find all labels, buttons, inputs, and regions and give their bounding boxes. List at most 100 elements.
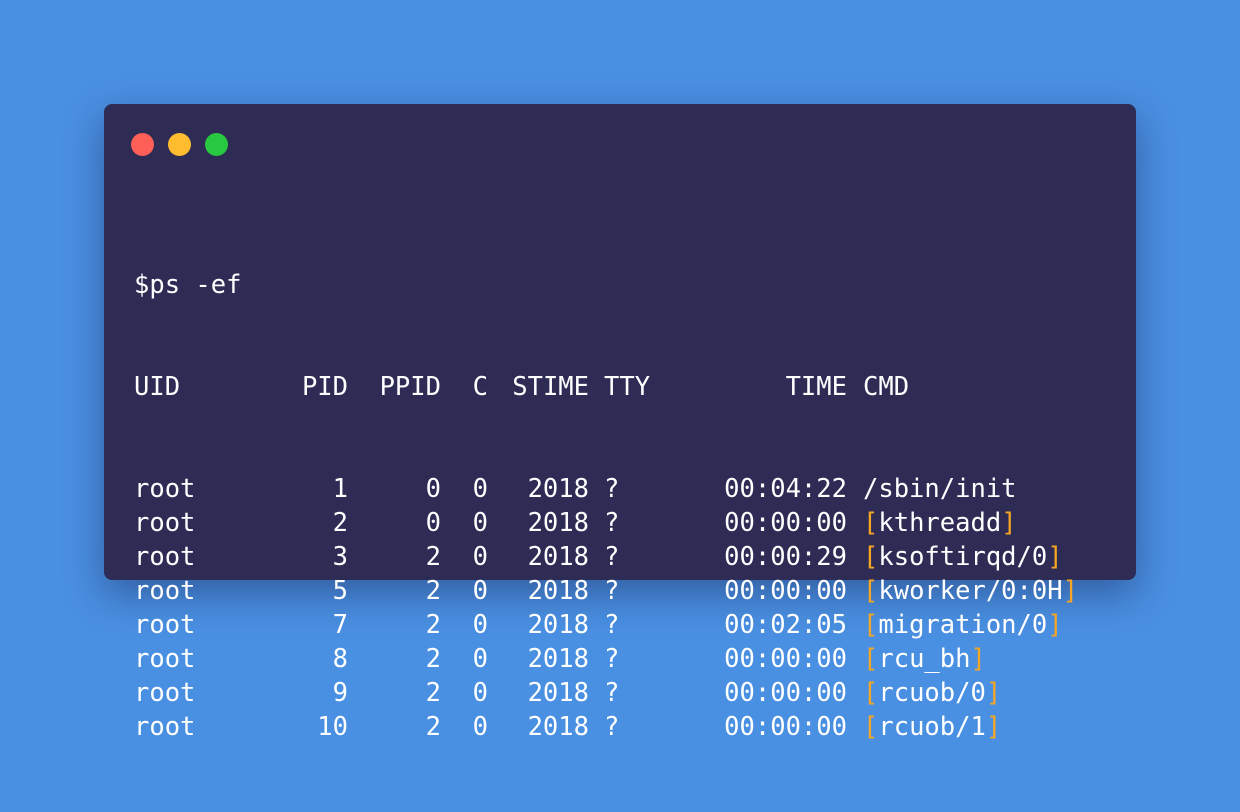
- cell-pid: 8: [332, 644, 348, 674]
- table-header: UID PID PPID C STIME TTY TIME CMD: [134, 370, 1078, 404]
- cell-ppid: 2: [425, 610, 441, 640]
- header-cmd: CMD: [863, 372, 910, 402]
- header-pid: PID: [301, 372, 348, 402]
- bracket-close: ]: [1062, 576, 1078, 606]
- cell-stime: 2018: [527, 474, 589, 504]
- cell-pid: 10: [317, 712, 348, 742]
- header-stime: STIME: [512, 372, 589, 402]
- cell-time: 00:04:22: [724, 474, 847, 504]
- cell-tty: ?: [604, 678, 620, 708]
- bracket-close: ]: [1047, 542, 1063, 572]
- cell-c: 0: [472, 542, 488, 572]
- close-button[interactable]: [131, 133, 154, 156]
- minimize-button[interactable]: [168, 133, 191, 156]
- table-row: root 7 2 0 2018? 00:02:05 [migration/0]: [134, 608, 1078, 642]
- cell-pid: 3: [332, 542, 348, 572]
- bracket-open: [: [863, 644, 879, 674]
- cell-tty: ?: [604, 610, 620, 640]
- window-controls: [131, 133, 228, 156]
- cell-tty: ?: [604, 542, 620, 572]
- cell-stime: 2018: [527, 542, 589, 572]
- cell-uid: root: [134, 712, 196, 742]
- cell-stime: 2018: [527, 508, 589, 538]
- cell-stime: 2018: [527, 644, 589, 674]
- command-line: $ps -ef: [134, 270, 242, 300]
- cell-stime: 2018: [527, 576, 589, 606]
- maximize-button[interactable]: [205, 133, 228, 156]
- cell-c: 0: [472, 712, 488, 742]
- cell-uid: root: [134, 542, 196, 572]
- table-row: root 5 2 0 2018? 00:00:00 [kworker/0:0H]: [134, 574, 1078, 608]
- cell-ppid: 2: [425, 576, 441, 606]
- cell-c: 0: [472, 610, 488, 640]
- cell-cmd: [kthreadd]: [847, 506, 1017, 540]
- cell-tty: ?: [604, 474, 620, 504]
- bracket-open: [: [863, 576, 879, 606]
- bracket-open: [: [863, 508, 879, 538]
- terminal-output[interactable]: $ps -ef UID PID PPID C STIME TTY TIME CMD root 1…: [134, 200, 1078, 812]
- header-time: TIME: [785, 372, 847, 402]
- process-name: ksoftirqd/0: [878, 542, 1048, 572]
- process-name: kworker/0:0H: [878, 576, 1063, 606]
- header-ppid: PPID: [379, 372, 441, 402]
- cell-uid: root: [134, 576, 196, 606]
- cell-uid: root: [134, 644, 196, 674]
- process-name: migration/0: [878, 610, 1048, 640]
- cell-uid: root: [134, 678, 196, 708]
- bracket-close: ]: [1001, 508, 1017, 538]
- bracket-open: [: [863, 542, 879, 572]
- table-row: root 3 2 0 2018? 00:00:29 [ksoftirqd/0]: [134, 540, 1078, 574]
- bracket-close: ]: [985, 678, 1002, 708]
- cell-ppid: 2: [425, 712, 441, 742]
- process-name: rcuob/0: [878, 678, 986, 708]
- bracket-close: ]: [970, 644, 986, 674]
- cell-time: 00:00:29: [724, 542, 847, 572]
- process-name: rcuob/1: [878, 712, 986, 742]
- cell-tty: ?: [604, 644, 620, 674]
- cell-ppid: 2: [425, 542, 441, 572]
- cell-stime: 2018: [527, 678, 589, 708]
- cell-c: 0: [472, 474, 488, 504]
- bracket-close: ]: [1047, 610, 1063, 640]
- bracket-open: [: [863, 678, 879, 708]
- header-tty: TTY: [604, 372, 651, 402]
- cell-cmd: [rcu_bh]: [847, 642, 986, 676]
- table-row: root 9 2 0 2018? 00:00:00 [rcuob/0]: [134, 676, 1078, 710]
- cell-c: 0: [472, 508, 488, 538]
- cell-c: 0: [472, 678, 488, 708]
- cell-pid: 1: [332, 474, 348, 504]
- cell-ppid: 2: [425, 678, 441, 708]
- cell-time: 00:00:00: [724, 576, 847, 606]
- cell-stime: 2018: [527, 610, 589, 640]
- process-name: rcu_bh: [878, 644, 971, 674]
- table-row: root 8 2 0 2018? 00:00:00 [rcu_bh]: [134, 642, 1078, 676]
- cell-uid: root: [134, 610, 196, 640]
- cell-cmd: [kworker/0:0H]: [847, 574, 1078, 608]
- cell-ppid: 2: [425, 644, 441, 674]
- cell-time: 00:00:00: [724, 644, 847, 674]
- bracket-open: [: [863, 610, 879, 640]
- bracket-open: [: [863, 712, 879, 742]
- process-list: root 1 0 0 2018? 00:04:22/sbin/init root 2 0 0 201…: [134, 472, 1078, 744]
- terminal-window: $ps -ef UID PID PPID C STIME TTY TIME CMD root 1…: [104, 104, 1136, 742]
- cell-c: 0: [472, 576, 488, 606]
- cell-tty: ?: [604, 712, 620, 742]
- cell-cmd: [rcuob/1]: [847, 710, 1001, 744]
- cell-time: 00:02:05: [724, 610, 847, 640]
- cell-ppid: 0: [425, 508, 441, 538]
- table-row: root 1 0 0 2018? 00:04:22/sbin/init: [134, 472, 1078, 506]
- cell-pid: 9: [332, 678, 348, 708]
- cell-tty: ?: [604, 508, 620, 538]
- header-c: C: [472, 372, 488, 402]
- cell-time: 00:00:00: [724, 712, 847, 742]
- cell-pid: 7: [332, 610, 348, 640]
- bracket-close: ]: [985, 712, 1002, 742]
- cell-ppid: 0: [425, 474, 441, 504]
- cell-cmd: /sbin/init: [847, 472, 1017, 506]
- cell-tty: ?: [604, 576, 620, 606]
- cell-cmd: [rcuob/0]: [847, 676, 1001, 710]
- cell-time: 00:00:00: [724, 508, 847, 538]
- table-row: root 10 2 0 2018? 00:00:00 [rcuob/1]: [134, 710, 1078, 744]
- cell-time: 00:00:00: [724, 678, 847, 708]
- cell-uid: root: [134, 508, 196, 538]
